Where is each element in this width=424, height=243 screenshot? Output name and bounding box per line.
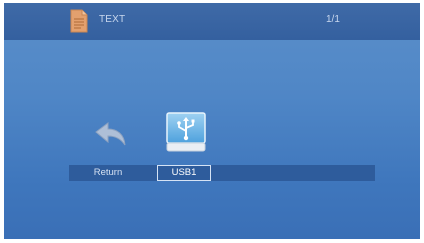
item-label-bar: Return USB1 [69,165,375,181]
usb-drive-icon[interactable] [165,111,207,153]
page-indicator: 1/1 [326,14,340,25]
media-browser-screen: TEXT 1/1 Return USB1 [4,3,420,239]
header-title: TEXT [99,14,126,25]
return-arrow-icon[interactable] [90,120,130,148]
usb1-label[interactable]: USB1 [157,165,211,181]
document-icon [70,9,88,33]
return-label[interactable]: Return [71,165,145,181]
header-bar: TEXT 1/1 [4,3,420,40]
